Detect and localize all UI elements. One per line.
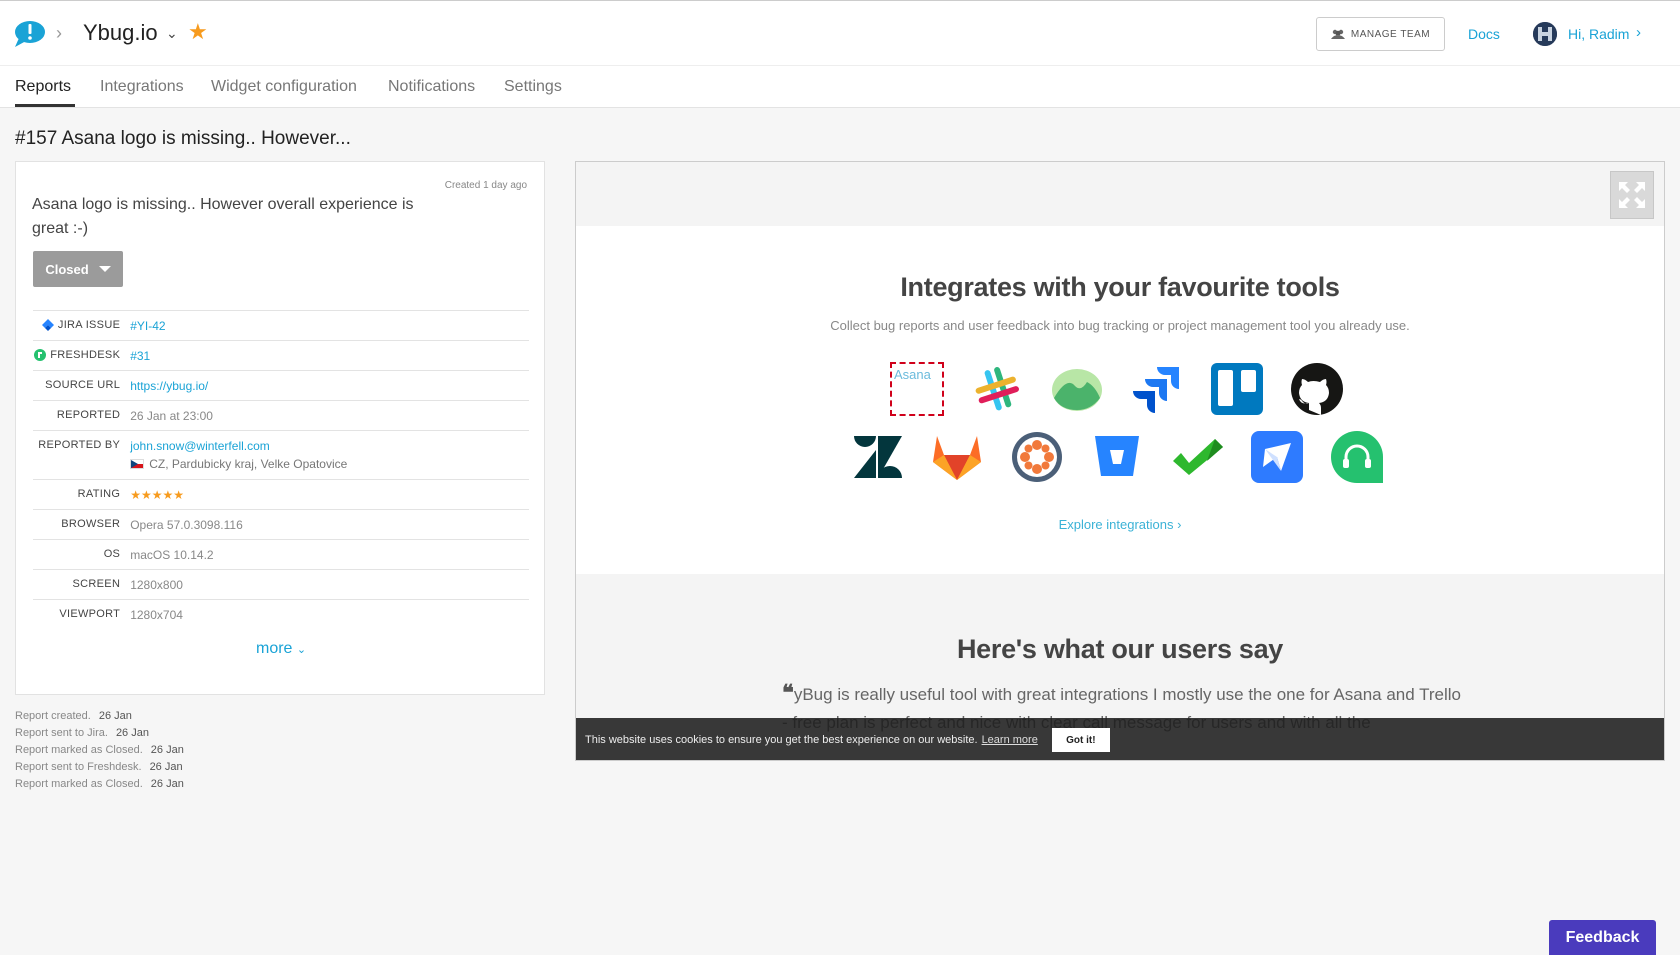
jira-icon (41, 319, 54, 331)
basecamp-icon (1050, 362, 1104, 416)
gitlab-icon (930, 430, 984, 484)
breadcrumb-separator-icon: › (56, 23, 62, 43)
manage-team-button[interactable]: MANAGE TEAM (1316, 17, 1445, 51)
meta-label: REPORTED BY (38, 439, 121, 451)
asana-icon: Asana (890, 362, 944, 416)
integrations-heading: Integrates with your favourite tools (900, 272, 1340, 302)
reported-value: 26 Jan at 23:00 (130, 409, 213, 423)
avatar-image (1533, 22, 1557, 46)
report-details-panel: Created 1 day ago Asana logo is missing.… (15, 161, 545, 695)
cookie-accept-button[interactable]: Got it! (1051, 728, 1110, 752)
reporter-location: CZ, Pardubicky kraj, Velke Opatovice (149, 457, 348, 471)
docs-link[interactable]: Docs (1468, 26, 1500, 42)
meta-row-rating: RATING ★★★★★ (33, 479, 529, 509)
manage-team-label: MANAGE TEAM (1350, 28, 1431, 40)
user-menu[interactable]: Hi, Radim (1568, 26, 1629, 42)
integrations-subtitle: Collect bug reports and user feedback in… (830, 318, 1410, 333)
meta-label: SOURCE URL (45, 379, 121, 391)
chevron-down-icon: ⌄ (296, 644, 307, 656)
report-meta-table: JIRA ISSUE #YI-42 FRESHDESK #31 SOURCE U… (33, 310, 529, 629)
chevron-down-icon[interactable]: ⌄ (166, 25, 178, 42)
activity-item: Report marked as Closed. 26 Jan (15, 744, 184, 756)
activity-item: Report sent to Freshdesk. 26 Jan (15, 761, 183, 773)
star-icon[interactable]: ★ (188, 19, 208, 45)
activity-log: Report created. 26 Jan Report sent to Jir… (15, 708, 184, 793)
source-url-link[interactable]: https://ybug.io/ (130, 379, 208, 393)
activity-item: Report created. 26 Jan (15, 710, 132, 722)
quote-icon: ❝ (782, 680, 794, 705)
project-name[interactable]: Ybug.io (83, 20, 158, 46)
top-bar: › Ybug.io ⌄ ★ MANAGE TEAM Docs Hi, Radim… (0, 0, 1680, 66)
tab-integrations[interactable]: Integrations (100, 78, 184, 96)
meta-label: RATING (77, 488, 121, 500)
meta-label: VIEWPORT (59, 608, 121, 620)
cookie-text: This website uses cookies to ensure you … (585, 734, 978, 746)
os-value: macOS 10.14.2 (130, 548, 214, 562)
expand-icon (1619, 182, 1645, 208)
explore-integrations-link[interactable]: Explore integrations › (576, 517, 1664, 532)
viewport-value: 1280x704 (130, 608, 183, 622)
cookie-learn-more-link[interactable]: Learn more (982, 734, 1038, 746)
tab-widget-configuration[interactable]: Widget configuration (211, 78, 357, 96)
tab-reports[interactable]: Reports (15, 78, 71, 96)
meta-label: FRESHDESK (33, 341, 120, 361)
avatar[interactable] (1533, 22, 1557, 46)
meta-row-reported: REPORTED 26 Jan at 23:00 (33, 400, 529, 430)
meta-row-viewport: VIEWPORT 1280x704 (33, 599, 529, 629)
jira-issue-link[interactable]: #YI-42 (130, 319, 165, 333)
tabs-bar: Reports Integrations Widget configuratio… (0, 66, 1680, 108)
screenshot-header-strip (576, 162, 1664, 226)
github-icon (1290, 362, 1344, 416)
chevron-right-icon: › (1177, 517, 1182, 532)
reporter-email-link[interactable]: john.snow@winterfell.com (130, 439, 270, 453)
report-description: Asana logo is missing.. However overall … (32, 196, 414, 237)
rating-stars: ★★★★★ (130, 488, 184, 502)
tab-settings[interactable]: Settings (504, 78, 562, 96)
caret-down-icon (98, 266, 111, 272)
tab-notifications[interactable]: Notifications (388, 78, 475, 96)
app-logo-icon[interactable] (13, 20, 45, 48)
slack-icon (970, 362, 1024, 416)
more-toggle[interactable]: more ⌄ (256, 640, 306, 658)
activity-item: Report marked as Closed. 26 Jan (15, 778, 184, 790)
team-icon (1330, 29, 1345, 39)
freshdesk-ticket-link[interactable]: #31 (130, 349, 150, 363)
paymo-icon (1250, 430, 1304, 484)
screen-value: 1280x800 (130, 578, 183, 592)
meta-row-freshdesk: FRESHDESK #31 (33, 340, 529, 370)
meta-row-jira: JIRA ISSUE #YI-42 (33, 310, 529, 340)
bitbucket-icon (1090, 430, 1144, 484)
feedback-button[interactable]: Feedback (1549, 920, 1656, 955)
meta-row-os: OS macOS 10.14.2 (33, 539, 529, 569)
report-title: #157 Asana logo is missing.. However... (15, 128, 351, 149)
status-label: Closed (45, 261, 89, 277)
status-dropdown[interactable]: Closed (33, 251, 123, 287)
zendesk-icon (850, 430, 904, 484)
meta-label: REPORTED (56, 409, 121, 421)
pivotal-icon (1010, 430, 1064, 484)
meta-row-reported-by: REPORTED BY john.snow@winterfell.com CZ,… (33, 430, 529, 479)
freshdesk-logo-icon (1330, 430, 1384, 484)
meta-row-browser: BROWSER Opera 57.0.3098.116 (33, 509, 529, 539)
chevron-right-icon[interactable]: › (1636, 24, 1641, 41)
expand-button[interactable] (1610, 171, 1654, 219)
wrike-icon (1170, 430, 1224, 484)
testimonials-heading: Here's what our users say (956, 634, 1284, 664)
meta-label: JIRA ISSUE (33, 311, 120, 331)
active-tab-indicator (15, 104, 75, 107)
meta-label: SCREEN (72, 578, 121, 590)
jira-logo-icon (1130, 362, 1184, 416)
activity-item: Report sent to Jira. 26 Jan (15, 727, 149, 739)
meta-label: BROWSER (61, 518, 121, 530)
czech-flag-icon (130, 459, 145, 469)
browser-value: Opera 57.0.3098.116 (130, 518, 243, 532)
meta-row-screen: SCREEN 1280x800 (33, 569, 529, 599)
screenshot-preview[interactable]: Integrates with your favourite tools Col… (575, 161, 1665, 761)
trello-icon (1210, 362, 1264, 416)
cookie-banner: This website uses cookies to ensure you … (576, 718, 1664, 760)
meta-row-source-url: SOURCE URL https://ybug.io/ (33, 370, 529, 400)
meta-label: OS (103, 548, 121, 560)
freshdesk-icon (34, 349, 47, 361)
created-timestamp: Created 1 day ago (444, 180, 527, 191)
